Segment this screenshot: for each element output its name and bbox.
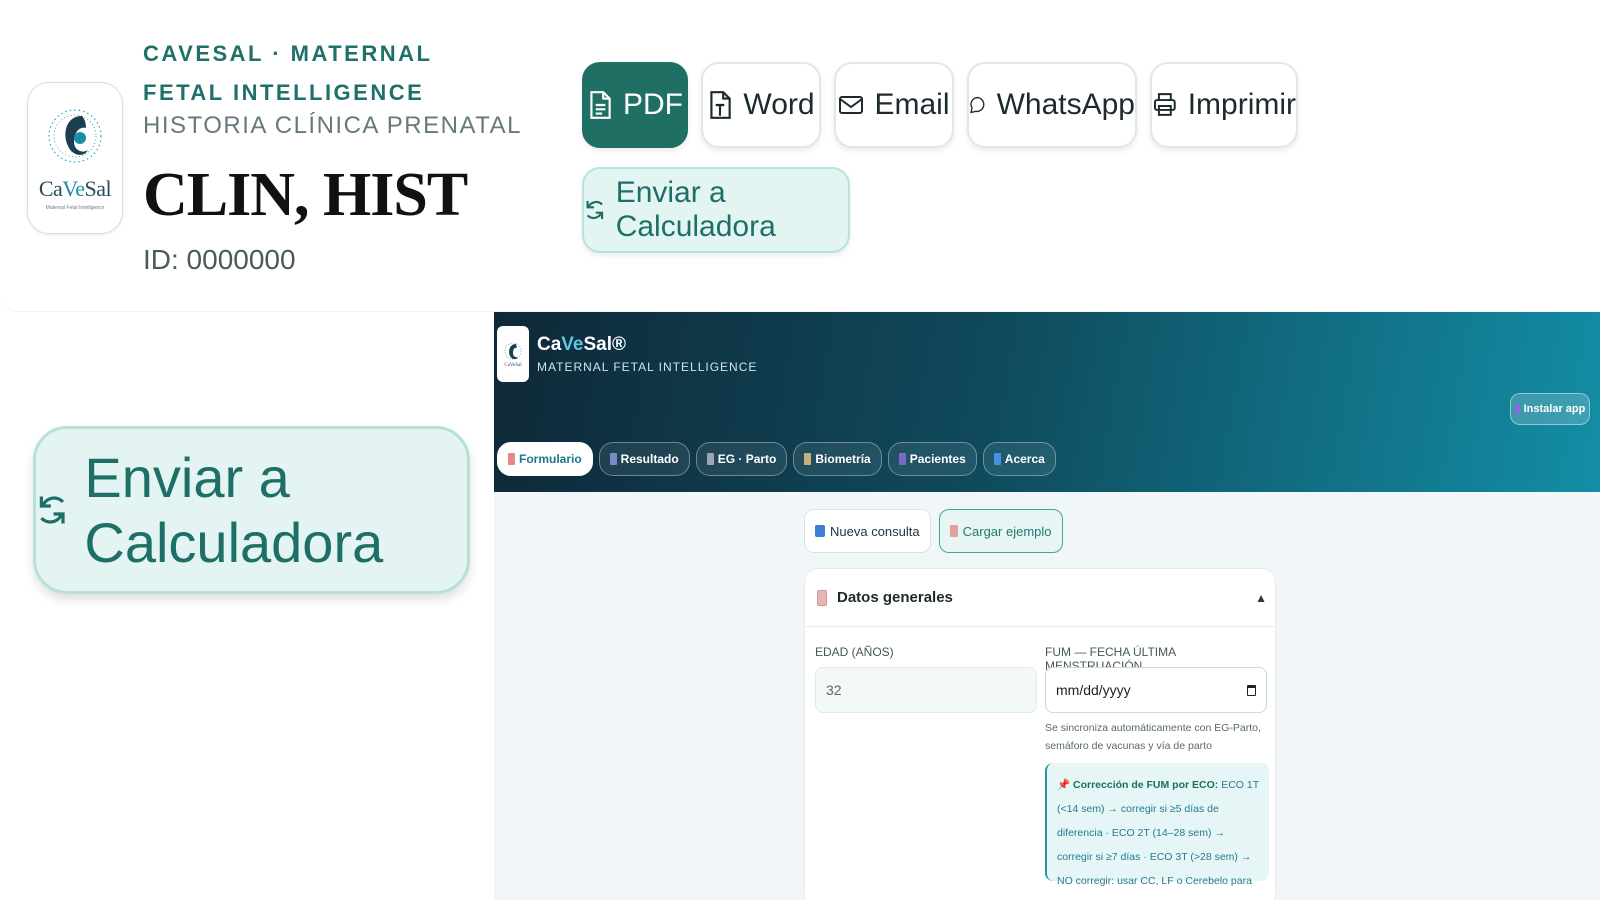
tab-label: Acerca xyxy=(1004,452,1045,466)
collapse-icon[interactable]: ▲ xyxy=(1255,591,1267,605)
email-label: Email xyxy=(874,88,950,121)
refresh-icon xyxy=(586,200,604,220)
new-consultation-label: Nueva consulta xyxy=(830,523,920,539)
printer-icon xyxy=(1153,93,1176,116)
tab-pacientes[interactable]: Pacientes xyxy=(887,442,977,476)
action-row: Nueva consulta Cargar ejemplo xyxy=(804,509,1063,553)
fum-help-text: Se sincroniza automáticamente con EG-Par… xyxy=(1045,722,1261,752)
tab-acerca[interactable]: Acerca xyxy=(982,442,1056,476)
chat-bubble-icon xyxy=(970,96,985,114)
phone-icon xyxy=(1514,404,1520,414)
print-button[interactable]: Imprimir xyxy=(1150,62,1298,148)
cavesal-mark-icon xyxy=(48,109,102,163)
tab-icon xyxy=(898,453,906,465)
tab-label: Pacientes xyxy=(909,452,966,466)
age-label: EDAD (AÑOS) xyxy=(815,645,894,659)
fum-date-field[interactable]: mm/dd/yyyy xyxy=(1045,667,1267,713)
tab-icon xyxy=(508,453,515,465)
install-app-button[interactable]: Instalar app xyxy=(1510,393,1590,425)
pdf-button[interactable]: PDF xyxy=(582,62,688,148)
app-title: CaVeSal® xyxy=(537,334,627,355)
mail-icon xyxy=(839,96,864,114)
tab-label: EG · Parto xyxy=(717,452,777,466)
load-example-button[interactable]: Cargar ejemplo xyxy=(938,509,1063,553)
fum-correction-note: 📌 Corrección de FUM por ECO: ECO 1T (<14… xyxy=(1045,763,1269,900)
pdf-label: PDF xyxy=(623,88,683,121)
print-label: Imprimir xyxy=(1187,88,1296,121)
email-button[interactable]: Email xyxy=(834,62,954,148)
load-example-label: Cargar ejemplo xyxy=(962,523,1052,539)
general-data-header[interactable]: Datos generales ▲ xyxy=(805,569,1275,627)
brand-line: CAVESAL · MATERNAL FETAL INTELLIGENCE xyxy=(143,41,433,105)
app-header: CaVeSal CaVeSal® MATERNAL FETAL INTELLIG… xyxy=(494,312,1600,492)
clipboard-icon xyxy=(817,589,827,606)
calendar-icon[interactable] xyxy=(1247,684,1256,696)
tab-icon xyxy=(804,453,812,465)
file-icon xyxy=(590,91,611,119)
fum-placeholder: mm/dd/yyyy xyxy=(1056,682,1131,698)
app-window: CaVeSal CaVeSal® MATERNAL FETAL INTELLIG… xyxy=(494,312,1600,900)
install-label: Instalar app xyxy=(1523,403,1586,415)
section-title: Datos generales xyxy=(837,589,953,606)
tab-icon xyxy=(993,453,1001,465)
send-to-calculator-callout[interactable]: Enviar a Calculadora xyxy=(33,426,470,594)
tab-label: Formulario xyxy=(519,452,582,466)
note-title: Corrección de FUM por ECO: xyxy=(1073,779,1219,791)
age-field[interactable]: 32 xyxy=(815,667,1037,713)
new-consultation-button[interactable]: Nueva consulta xyxy=(804,509,931,553)
main-tabs: Formulario Resultado EG · Parto Biometría Pa… xyxy=(497,442,1056,476)
send-to-calculator-label: Enviar a Calculadora xyxy=(615,176,776,243)
patient-name: CLIN, HIST xyxy=(143,161,468,229)
logo-wordmark: CaVeSal xyxy=(38,176,112,201)
whatsapp-button[interactable]: WhatsApp xyxy=(967,62,1137,148)
file-text-icon xyxy=(710,91,732,119)
send-to-calculator-button[interactable]: Enviar a Calculadora xyxy=(582,167,850,253)
tab-resultado[interactable]: Resultado xyxy=(598,442,690,476)
tab-eg-parto[interactable]: EG · Parto xyxy=(695,442,788,476)
app-subtitle: MATERNAL FETAL INTELLIGENCE xyxy=(537,360,758,374)
clipboard-icon xyxy=(949,525,958,537)
tab-formulario[interactable]: Formulario xyxy=(497,442,593,476)
note-body: ECO 1T (<14 sem) → corregir si ≥5 días d… xyxy=(1057,779,1259,900)
svg-text:CaVeSal: CaVeSal xyxy=(504,363,522,368)
whatsapp-label: WhatsApp xyxy=(996,88,1135,121)
app-logo: CaVeSal xyxy=(497,326,529,382)
screenshot-root: CaVeSal Maternal Fetal Intelligence CAVE… xyxy=(0,0,1600,900)
document-type: HISTORIA CLÍNICA PRENATAL xyxy=(143,112,522,139)
logo-tagline: Maternal Fetal Intelligence xyxy=(45,205,105,211)
report-header: CaVeSal Maternal Fetal Intelligence CAVE… xyxy=(0,0,1600,312)
cavesal-logo: CaVeSal Maternal Fetal Intelligence xyxy=(27,82,123,234)
cavesal-mark-icon: CaVeSal xyxy=(504,342,522,368)
tab-biometría[interactable]: Biometría xyxy=(793,442,882,476)
tab-label: Biometría xyxy=(815,452,871,466)
word-label: Word xyxy=(743,88,815,121)
refresh-icon xyxy=(39,496,65,524)
refresh-icon xyxy=(815,525,825,537)
tab-icon xyxy=(706,453,714,465)
word-button[interactable]: Word xyxy=(701,62,821,148)
patient-id: ID: 0000000 xyxy=(143,244,296,275)
general-data-card: Datos generales ▲ EDAD (AÑOS) 32 FUM — F… xyxy=(804,568,1276,900)
pin-icon: 📌 xyxy=(1057,779,1071,791)
tab-label: Resultado xyxy=(620,452,679,466)
callout-label: Enviar a Calculadora xyxy=(84,446,384,574)
tab-icon xyxy=(609,453,617,465)
